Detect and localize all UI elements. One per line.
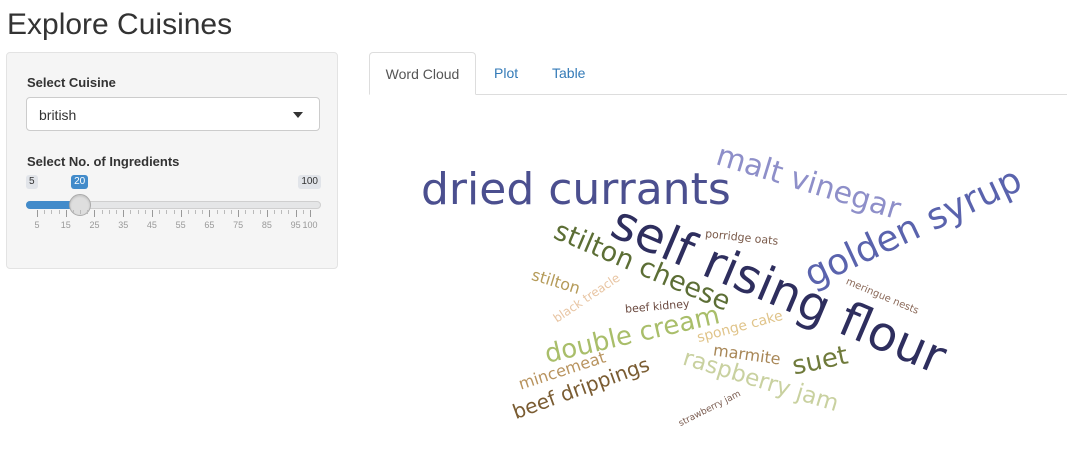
slider-tick-label: 55 — [175, 220, 186, 230]
word-cloud-word: golden syrup — [797, 159, 1028, 296]
slider-tick-label: 35 — [118, 220, 129, 230]
slider-tick — [94, 210, 96, 217]
word-cloud-word: dried currants — [421, 164, 731, 215]
slider-tick — [259, 210, 261, 214]
ingredients-label: Select No. of Ingredients — [27, 154, 180, 169]
chevron-down-icon — [293, 112, 303, 118]
tab-plot[interactable]: Plot — [479, 52, 533, 94]
cuisine-select-value: british — [39, 107, 77, 123]
slider-tick — [187, 210, 189, 214]
slider-tick — [159, 210, 161, 214]
slider-tick — [116, 210, 118, 214]
tab-table[interactable]: Table — [537, 52, 600, 94]
slider-tick — [80, 210, 82, 214]
slider-tick — [123, 210, 125, 217]
slider-tick — [37, 210, 38, 217]
slider-tick — [281, 210, 283, 214]
slider-tick — [216, 210, 218, 214]
ingredients-slider[interactable]: 5 100 20 5 15 25 35 45 55 65 75 85 95 100 — [26, 175, 321, 235]
sidebar-panel: Select Cuisine british Select No. of Ing… — [6, 52, 338, 269]
slider-tick — [245, 210, 247, 214]
slider-tick — [288, 210, 290, 214]
slider-tick — [144, 210, 146, 214]
word-cloud-word: malt vinegar — [711, 137, 905, 228]
word-cloud-word: sponge cake — [695, 307, 785, 347]
slider-tick-label: 65 — [204, 220, 215, 230]
slider-tick — [202, 210, 204, 214]
slider-tick — [209, 210, 211, 217]
slider-min-label: 5 — [26, 175, 38, 189]
slider-tick — [130, 210, 132, 214]
slider-tick — [101, 210, 103, 214]
slider-tick — [72, 210, 74, 214]
slider-tick-label: 85 — [261, 220, 272, 230]
word-cloud-word: stilton — [529, 265, 583, 298]
slider-tick-label: 45 — [146, 220, 157, 230]
tab-word-cloud[interactable]: Word Cloud — [369, 52, 476, 95]
word-cloud-word: self rising flour — [602, 194, 954, 386]
slider-tick — [230, 210, 232, 214]
slider-tick — [151, 210, 153, 217]
slider-tick — [252, 210, 254, 214]
tab-bar: Word Cloud Plot Table — [369, 52, 1067, 95]
slider-tick — [137, 210, 139, 214]
slider-tick — [44, 210, 46, 214]
slider-tick — [87, 210, 89, 214]
word-cloud-word: porridge oats — [704, 226, 779, 248]
slider-tick — [310, 210, 311, 217]
cuisine-select[interactable]: british — [26, 97, 320, 131]
slider-tick-label: 5 — [34, 220, 40, 230]
slider-tick-label: 95 — [290, 220, 301, 230]
word-cloud-word: raspberry jam — [679, 344, 842, 417]
slider-tick — [180, 210, 182, 217]
slider-tick — [195, 210, 197, 214]
slider-tick — [266, 210, 268, 217]
word-cloud-word: beef drippings — [509, 352, 653, 424]
slider-max-label: 100 — [298, 175, 321, 189]
word-cloud-word: marmite — [712, 340, 782, 369]
slider-tick-label: 25 — [89, 220, 100, 230]
slider-tick — [51, 210, 53, 214]
slider-tick — [65, 210, 67, 217]
slider-tick-label: 75 — [233, 220, 244, 230]
cuisine-label: Select Cuisine — [27, 75, 116, 90]
slider-tick-label: 15 — [60, 220, 71, 230]
slider-tick — [58, 210, 60, 214]
word-cloud-word: mincemeat — [516, 347, 608, 394]
slider-tick — [108, 210, 110, 214]
slider-tick — [302, 210, 304, 214]
slider-tick — [295, 210, 297, 217]
page-title: Explore Cuisines — [7, 8, 233, 41]
word-cloud-word: suet — [789, 340, 851, 382]
slider-tick — [223, 210, 225, 214]
word-cloud-word: meringue nests — [844, 276, 921, 317]
word-cloud-word: stilton cheese — [549, 214, 735, 318]
word-cloud-word: black treacle — [550, 270, 622, 326]
slider-value-label: 20 — [71, 175, 89, 189]
slider-tick — [274, 210, 276, 214]
word-cloud-word: strawberry jam — [677, 388, 743, 429]
slider-tick — [238, 210, 240, 217]
word-cloud-word: beef kidney — [624, 296, 690, 316]
slider-tick-label: 100 — [302, 220, 318, 230]
slider-tick — [166, 210, 168, 214]
word-cloud-word: double cream — [541, 300, 723, 370]
slider-tick — [173, 210, 175, 214]
